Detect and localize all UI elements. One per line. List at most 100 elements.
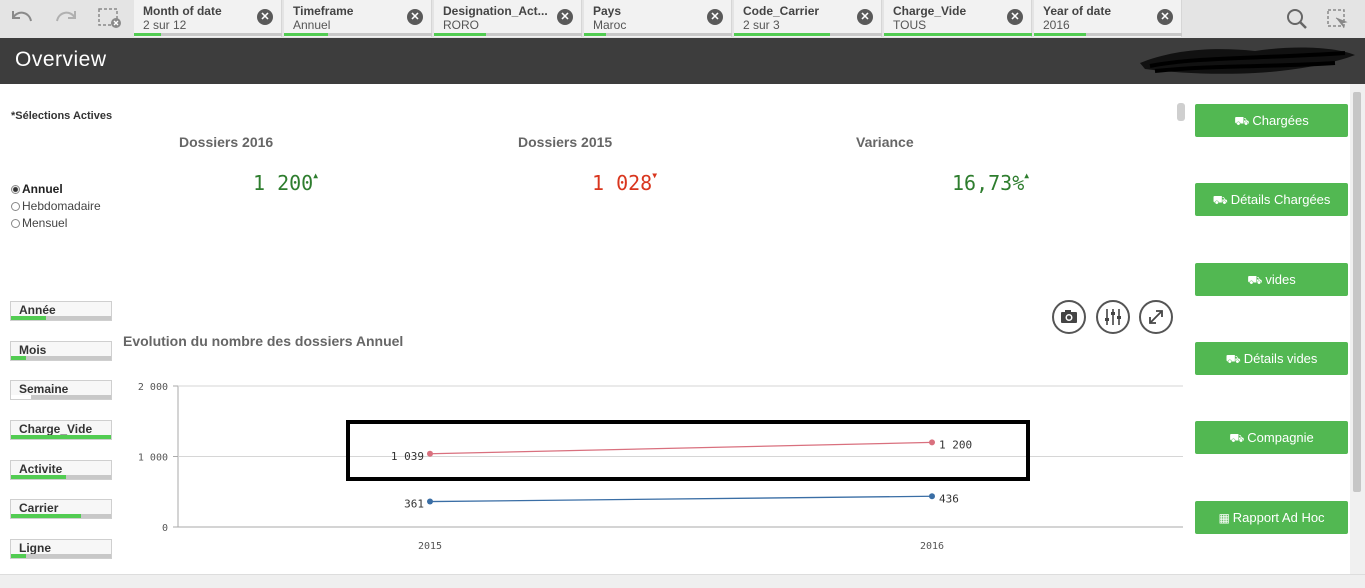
horizontal-scrollbar[interactable] [0,574,1365,588]
kpi-value-dossiers-2016: 1 200▲ [253,171,318,195]
selection-title: Code_Carrier [743,4,820,18]
filter-label: Charge_Vide [19,422,93,436]
y-tick-label: 1 000 [138,453,168,464]
kpi-value-variance: 16,73%▲ [952,171,1029,195]
details-vides-button[interactable]: ⛟ Détails vides [1195,342,1348,375]
selection-state-bar [1034,33,1182,36]
radio-icon[interactable] [11,219,20,228]
filter-label: Activite [19,462,63,476]
radio-hebdomadaire[interactable]: Hebdomadaire [11,199,101,213]
filter-state-bar [11,395,111,399]
selection-title: Designation_Act... [443,4,548,18]
fullscreen-expand-icon[interactable] [1139,300,1173,334]
selection-year-of-date[interactable]: Year of date 2016 ✕ [1034,0,1182,37]
selections-bar: Month of date 2 sur 12 ✕ Timeframe Annue… [0,0,1365,39]
filter-semaine[interactable]: Semaine [10,380,112,400]
company-truck-icon: ⛟ [1229,431,1245,445]
vertical-scrollbar-thumb[interactable] [1353,92,1361,492]
y-tick-label: 2 000 [138,382,168,393]
filter-carrier[interactable]: Carrier [10,499,112,519]
selection-title: Month of date [143,4,222,18]
filter-annee[interactable]: Année [10,301,112,321]
highlight-box [346,420,1030,481]
selection-state-bar [584,33,732,36]
kpi-number: 16,73% [952,171,1025,195]
close-icon[interactable]: ✕ [1157,9,1173,25]
kpi-value-dossiers-2015: 1 028▼ [592,171,657,195]
selection-state-bar [884,33,1032,36]
selection-title: Charge_Vide [893,4,967,18]
snapshot-camera-icon[interactable] [1052,300,1086,334]
filter-label: Année [19,303,56,317]
exploration-sliders-icon[interactable] [1096,300,1130,334]
kpi-label-dossiers-2016: Dossiers 2016 [179,134,274,150]
x-tick-label: 2015 [418,541,442,552]
data-point [929,439,935,446]
selection-value: 2 sur 12 [143,18,187,32]
compagnie-button[interactable]: ⛟ Compagnie [1195,421,1348,454]
empty-truck-details-icon: ⛟ [1225,352,1241,366]
filter-state-bar [11,475,111,479]
selection-timeframe[interactable]: Timeframe Annuel ✕ [284,0,432,37]
panel-scrollbar-thumb[interactable] [1177,103,1185,121]
selection-charge-vide[interactable]: Charge_Vide TOUS ✕ [884,0,1032,37]
loaded-truck-details-icon: ⛟ [1212,193,1228,207]
button-label: Détails vides [1243,351,1318,366]
close-icon[interactable]: ✕ [557,9,573,25]
radio-annuel[interactable]: Annuel [11,182,63,196]
selection-title: Pays [593,4,622,18]
selection-title: Timeframe [293,4,354,18]
close-icon[interactable]: ✕ [257,9,273,25]
radio-icon[interactable] [11,202,20,211]
button-label: Rapport Ad Hoc [1232,510,1325,525]
vides-button[interactable]: ⛟ vides [1195,263,1348,296]
search-icon[interactable] [1280,6,1314,32]
filter-label: Carrier [19,501,59,515]
close-icon[interactable]: ✕ [407,9,423,25]
data-label: 436 [939,492,959,505]
close-icon[interactable]: ✕ [857,9,873,25]
kpi-label-dossiers-2015: Dossiers 2015 [518,134,613,150]
close-icon[interactable]: ✕ [707,9,723,25]
filter-state-bar [11,356,111,360]
undo-icon[interactable] [8,7,36,31]
clear-selections-icon[interactable] [96,7,124,31]
filter-charge-vide[interactable]: Charge_Vide [10,420,112,440]
close-icon[interactable]: ✕ [1007,9,1023,25]
kpi-label-variance: Variance [856,134,914,150]
filter-label: Semaine [19,382,69,396]
selection-tool-icon[interactable] [1326,8,1350,35]
chart-title: Evolution du nombre des dossiers Annuel [123,333,404,349]
filter-label: Mois [19,343,47,357]
page-title: Overview [15,48,107,71]
selection-month-of-date[interactable]: Month of date 2 sur 12 ✕ [134,0,282,37]
filter-state-bar [11,514,111,518]
radio-label: Hebdomadaire [22,199,101,213]
vertical-scrollbar[interactable] [1350,84,1365,574]
chargees-button[interactable]: ⛟ Chargées [1195,104,1348,137]
selection-value: Maroc [593,18,627,32]
filter-ligne[interactable]: Ligne [10,539,112,559]
details-chargees-button[interactable]: ⛟ Détails Chargées [1195,183,1348,216]
selection-designation-activite[interactable]: Designation_Act... RORO ✕ [434,0,582,37]
radio-selected-icon[interactable] [11,185,20,194]
selection-pays[interactable]: Pays Maroc ✕ [584,0,732,37]
radio-label: Annuel [22,182,63,196]
filter-activite[interactable]: Activite [10,460,112,480]
selection-state-bar [134,33,282,36]
filter-mois[interactable]: Mois [10,341,112,361]
button-label: Détails Chargées [1230,192,1331,207]
filter-state-bar [11,435,111,439]
selection-value: Annuel [293,18,331,32]
button-label: vides [1265,272,1296,287]
redo-icon[interactable] [52,7,80,31]
selection-code-carrier[interactable]: Code_Carrier 2 sur 3 ✕ [734,0,882,37]
data-point [929,493,935,500]
trend-up-icon: ▲ [313,171,319,180]
button-label: Compagnie [1247,430,1314,445]
radio-mensuel[interactable]: Mensuel [11,216,67,230]
selection-state-bar [434,33,582,36]
filter-label: Ligne [19,541,51,555]
selection-value: RORO [443,18,479,32]
rapport-ad-hoc-button[interactable]: ▦ Rapport Ad Hoc [1195,501,1348,534]
